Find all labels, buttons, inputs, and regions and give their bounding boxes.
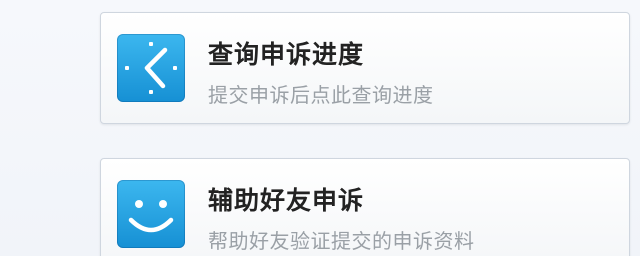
check-appeal-progress-card[interactable]: 查询申诉进度 提交申诉后点此查询进度 <box>100 12 630 124</box>
card-subtitle: 帮助好友验证提交的申诉资料 <box>208 229 475 253</box>
smiley-icon <box>117 180 185 248</box>
assist-friend-appeal-card[interactable]: 辅助好友申诉 帮助好友验证提交的申诉资料 <box>100 158 630 256</box>
card-title: 辅助好友申诉 <box>208 186 365 215</box>
appeal-options-page: 查询申诉进度 提交申诉后点此查询进度 辅助好友申诉 帮助好友验证提交的申诉资料 <box>0 0 640 256</box>
card-title: 查询申诉进度 <box>208 40 365 69</box>
clock-icon <box>117 34 185 102</box>
card-subtitle: 提交申诉后点此查询进度 <box>208 83 434 107</box>
